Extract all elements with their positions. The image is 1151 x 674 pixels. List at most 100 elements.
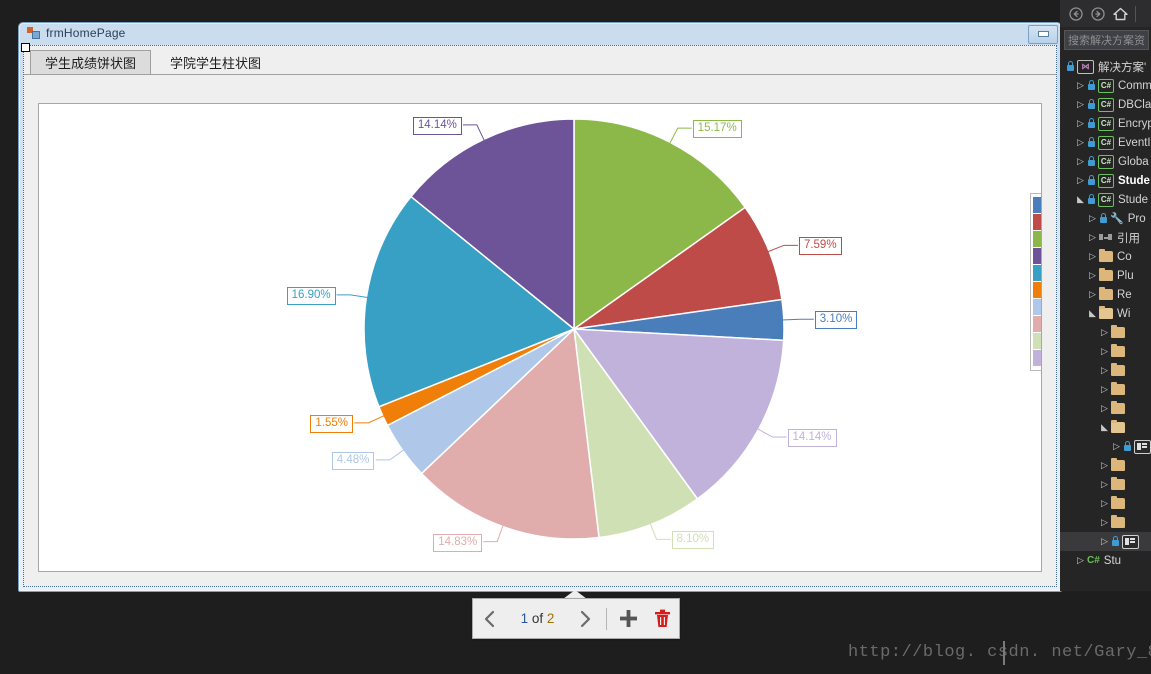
- chevron-right-icon[interactable]: ▷: [1098, 327, 1111, 338]
- chevron-right-icon[interactable]: ▷: [1074, 555, 1087, 566]
- legend-swatch[interactable]: [1033, 214, 1041, 230]
- references-icon: [1099, 233, 1113, 242]
- pie-chart[interactable]: 15.17% 7.59% 3.10% 14.14% 8.10% 14.83% 4.48% 1.…: [39, 104, 1041, 571]
- chevron-right-icon[interactable]: ▷: [1086, 270, 1099, 281]
- csharp-project-icon: C#: [1098, 78, 1114, 93]
- chevron-right-icon[interactable]: ▷: [1098, 346, 1111, 357]
- chevron-right-icon[interactable]: ▷: [1074, 80, 1087, 91]
- resize-grip[interactable]: [21, 43, 30, 52]
- tree-node[interactable]: ◢ C# Stude: [1060, 190, 1151, 209]
- pie-slice-label: 3.10%: [814, 311, 858, 330]
- chevron-right-icon[interactable]: ▷: [1098, 479, 1111, 490]
- chevron-right-icon[interactable]: ▷: [1098, 498, 1111, 509]
- legend-swatch[interactable]: [1033, 333, 1041, 349]
- chevron-down-icon[interactable]: ◢: [1086, 308, 1099, 319]
- tree-node[interactable]: ▷: [1060, 475, 1151, 494]
- tree-node[interactable]: ◢ Wi: [1060, 304, 1151, 323]
- tree-node[interactable]: ▷: [1060, 380, 1151, 399]
- tree-node[interactable]: ◢: [1060, 418, 1151, 437]
- chevron-right-icon[interactable]: ▷: [1074, 118, 1087, 129]
- tree-node[interactable]: ▷: [1060, 437, 1151, 456]
- page-counter: 1 of 2: [507, 611, 568, 626]
- chevron-right-icon[interactable]: ▷: [1098, 384, 1111, 395]
- search-input[interactable]: 搜索解决方案资: [1064, 30, 1149, 50]
- tree-node[interactable]: ▷: [1060, 456, 1151, 475]
- tree-node[interactable]: ▷ C# DBCla: [1060, 95, 1151, 114]
- folder-icon: [1111, 515, 1125, 528]
- pie-label-leader: [649, 522, 671, 540]
- tab-bar-chart[interactable]: 学院学生柱状图: [155, 50, 277, 74]
- chart-legend[interactable]: [1030, 193, 1041, 371]
- tree-node[interactable]: ▷ 引用: [1060, 228, 1151, 247]
- legend-swatch[interactable]: [1033, 197, 1041, 213]
- chevron-right-icon[interactable]: ▷: [1074, 137, 1087, 148]
- chevron-right-icon[interactable]: ▷: [1098, 517, 1111, 528]
- tree-node[interactable]: ▷ Plu: [1060, 266, 1151, 285]
- chevron-right-icon[interactable]: ▷: [1110, 441, 1123, 452]
- tab-page-pie-chart: 15.17% 7.59% 3.10% 14.14% 8.10% 14.83% 4.48% 1.…: [24, 74, 1056, 586]
- tree-node[interactable]: ▷ C# Comm: [1060, 76, 1151, 95]
- chevron-right-icon[interactable]: [568, 599, 602, 638]
- chevron-right-icon[interactable]: ▷: [1098, 403, 1111, 414]
- tree-node[interactable]: ▷ Re: [1060, 285, 1151, 304]
- legend-swatch[interactable]: [1033, 248, 1041, 264]
- chevron-right-icon[interactable]: ▷: [1086, 251, 1099, 262]
- tree-node[interactable]: ▷: [1060, 361, 1151, 380]
- pie-slice-label: 4.48%: [331, 451, 375, 470]
- tree-node-solution-root[interactable]: ⋈ 解决方案': [1060, 57, 1151, 76]
- tree-node[interactable]: ▷ 🔧 Pro: [1060, 209, 1151, 228]
- chevron-right-icon[interactable]: ▷: [1098, 460, 1111, 471]
- chevron-right-icon[interactable]: ▷: [1086, 289, 1099, 300]
- tree-node-label: Stu: [1103, 554, 1122, 567]
- add-button[interactable]: [611, 599, 645, 638]
- tree-node[interactable]: ▷ C# Encryp: [1060, 114, 1151, 133]
- lock-icon: [1087, 118, 1096, 129]
- chevron-right-icon[interactable]: ▷: [1074, 99, 1087, 110]
- tree-node[interactable]: ▷: [1060, 494, 1151, 513]
- legend-swatch[interactable]: [1033, 265, 1041, 281]
- tree-node-label: EventI: [1118, 136, 1151, 149]
- chevron-right-icon[interactable]: ▷: [1086, 213, 1099, 224]
- tree-node[interactable]: ▷: [1060, 342, 1151, 361]
- lock-icon: [1087, 137, 1096, 148]
- tree-node-label: Stude: [1118, 193, 1149, 206]
- tree-node[interactable]: ▷ Co: [1060, 247, 1151, 266]
- tree-node[interactable]: ▷: [1060, 399, 1151, 418]
- tab-pie-chart[interactable]: 学生成绩饼状图: [30, 50, 152, 74]
- tree-node[interactable]: ▷ C# Stude: [1060, 171, 1151, 190]
- chevron-right-icon[interactable]: ▷: [1074, 156, 1087, 167]
- folder-icon: [1099, 249, 1113, 262]
- lock-icon: [1087, 194, 1096, 205]
- lock-icon: [1123, 441, 1132, 452]
- legend-swatch[interactable]: [1033, 350, 1041, 366]
- tree-node-label: Stude: [1118, 174, 1150, 187]
- tree-node[interactable]: ▷ C# Stu: [1060, 551, 1151, 570]
- home-icon[interactable]: [1110, 4, 1130, 24]
- search-placeholder: 搜索解决方案资: [1068, 35, 1145, 47]
- legend-swatch[interactable]: [1033, 282, 1041, 298]
- toolbar-divider: [1135, 5, 1136, 22]
- forward-icon[interactable]: [1088, 4, 1108, 24]
- tree-node[interactable]: ▷ C# EventI: [1060, 133, 1151, 152]
- solution-explorer: 搜索解决方案资 ⋈ 解决方案' ▷ C# Comm ▷ C# DBCla ▷ C# Encryp…: [1060, 0, 1151, 591]
- pie-slice-label: 14.14%: [787, 429, 837, 447]
- legend-swatch[interactable]: [1033, 316, 1041, 332]
- chevron-right-icon[interactable]: ▷: [1098, 536, 1111, 547]
- watermark-text: http://blog. csdn. net/Gary_888: [848, 643, 1151, 662]
- tree-node[interactable]: ▷ C# Globa: [1060, 152, 1151, 171]
- chevron-right-icon[interactable]: ▷: [1074, 175, 1087, 186]
- minimize-button[interactable]: [1028, 25, 1058, 44]
- tree-node[interactable]: ▷: [1060, 513, 1151, 532]
- tree-node[interactable]: ▷: [1060, 532, 1151, 551]
- chevron-down-icon[interactable]: ◢: [1074, 194, 1087, 205]
- chevron-right-icon[interactable]: ▷: [1086, 232, 1099, 243]
- chevron-right-icon[interactable]: ▷: [1098, 365, 1111, 376]
- back-icon[interactable]: [1066, 4, 1086, 24]
- chevron-down-icon[interactable]: ◢: [1098, 422, 1111, 433]
- lock-icon: [1099, 213, 1108, 224]
- tree-node[interactable]: ▷: [1060, 323, 1151, 342]
- trash-icon[interactable]: [645, 599, 679, 638]
- chevron-left-icon[interactable]: [473, 599, 507, 638]
- legend-swatch[interactable]: [1033, 231, 1041, 247]
- legend-swatch[interactable]: [1033, 299, 1041, 315]
